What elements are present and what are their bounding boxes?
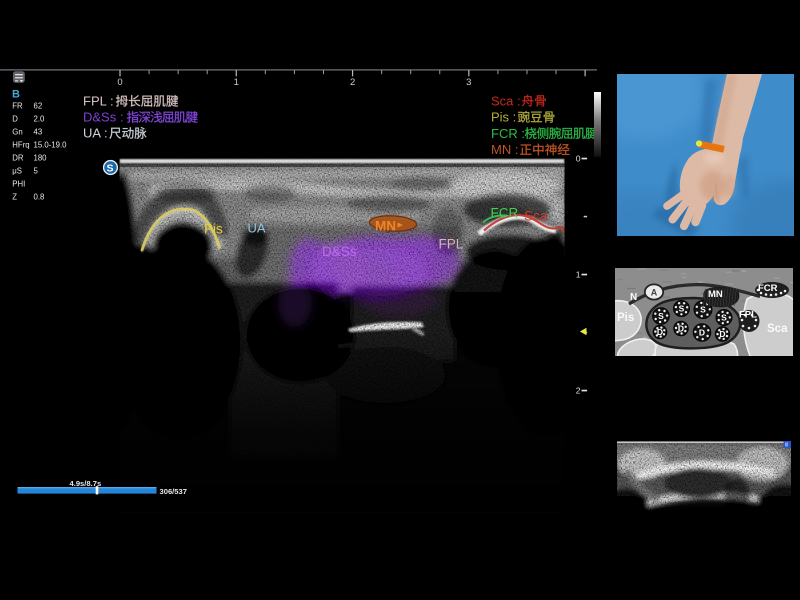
svg-text:FPL: FPL — [739, 310, 757, 321]
svg-text:FCR: FCR — [491, 206, 519, 221]
svg-text:62: 62 — [34, 101, 43, 110]
svg-text:15.0-19.0: 15.0-19.0 — [34, 140, 68, 149]
svg-text:UA :: UA : — [83, 126, 108, 141]
svg-text:D: D — [699, 328, 705, 338]
svg-text:HFrq: HFrq — [12, 140, 29, 149]
svg-text:5: 5 — [34, 166, 39, 175]
svg-text:2: 2 — [350, 77, 355, 88]
svg-text:Pis: Pis — [617, 312, 634, 324]
svg-text:1: 1 — [234, 77, 239, 88]
svg-text:D: D — [719, 329, 725, 339]
svg-text:3: 3 — [466, 77, 471, 88]
svg-text:UA: UA — [248, 221, 266, 236]
svg-text:FCR: FCR — [758, 283, 778, 294]
svg-text:PHI: PHI — [12, 179, 25, 188]
svg-text:306/537: 306/537 — [160, 487, 187, 496]
svg-text:180: 180 — [34, 153, 48, 162]
svg-text:Sca: Sca — [524, 209, 548, 224]
svg-text:D: D — [678, 324, 684, 334]
svg-text:FPL :: FPL : — [83, 94, 114, 109]
svg-text:DR: DR — [12, 153, 24, 162]
svg-text:Sca: Sca — [767, 323, 788, 335]
svg-text:0: 0 — [117, 77, 122, 88]
svg-text:Gn: Gn — [12, 127, 22, 136]
svg-text:0.8: 0.8 — [34, 192, 45, 201]
svg-text:43: 43 — [34, 127, 43, 136]
svg-text:A: A — [651, 288, 658, 298]
svg-text:MN :: MN : — [491, 142, 518, 157]
svg-text:2: 2 — [576, 386, 581, 396]
svg-text:S: S — [700, 305, 706, 315]
svg-text:S: S — [721, 313, 727, 323]
svg-text:0: 0 — [576, 154, 581, 164]
svg-text:S: S — [679, 304, 685, 314]
svg-text:FR: FR — [12, 101, 23, 110]
svg-text:Sca :: Sca : — [491, 93, 521, 108]
svg-text:S: S — [658, 311, 664, 321]
svg-text:2.0: 2.0 — [34, 114, 46, 123]
svg-text:D&Ss: D&Ss — [322, 244, 357, 259]
svg-text:FPL: FPL — [439, 237, 464, 252]
svg-text:MN: MN — [375, 219, 396, 234]
svg-text:1: 1 — [576, 270, 581, 280]
svg-text:μS: μS — [12, 166, 22, 175]
svg-text:S: S — [106, 163, 113, 175]
svg-text:B: B — [12, 89, 20, 101]
svg-text:N: N — [630, 292, 637, 303]
svg-text:D&Ss :: D&Ss : — [83, 110, 123, 125]
svg-text:D: D — [12, 114, 18, 123]
svg-text:Z: Z — [12, 192, 17, 201]
svg-text:D: D — [657, 327, 663, 337]
svg-text:FCR :: FCR : — [491, 126, 525, 141]
svg-text:Pis :: Pis : — [491, 110, 516, 125]
svg-text:MN: MN — [708, 289, 723, 300]
svg-text:Pis: Pis — [204, 222, 223, 237]
